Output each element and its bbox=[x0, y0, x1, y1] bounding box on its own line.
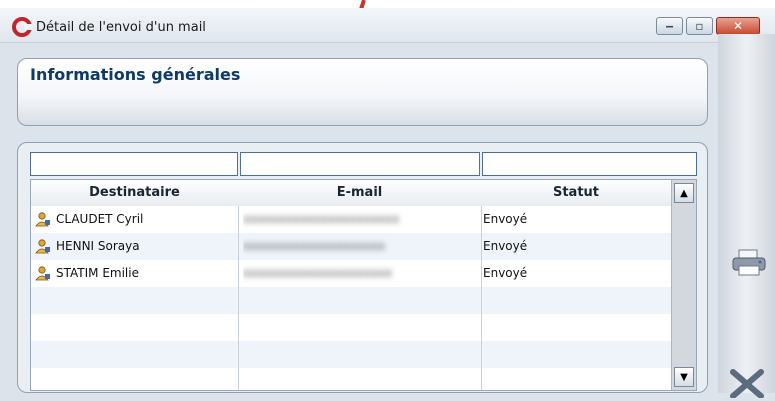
column-header-statut[interactable]: Statut bbox=[481, 180, 671, 206]
scroll-down-button[interactable]: ▼ bbox=[674, 367, 694, 387]
email-cell: xxxxxxxxxxxxxxxxxxxxxx bbox=[243, 206, 479, 233]
recipient-name: HENNI Soraya bbox=[56, 239, 140, 253]
table-row[interactable]: STATIM Emilie xxxxxxxxxxxxxxxxxxxxx Envo… bbox=[31, 260, 671, 287]
action-toolbar bbox=[718, 34, 775, 393]
title-bar: Détail de l'envoi d'un mail ‒ ▫ ✕ bbox=[0, 8, 775, 43]
recipient-name-cell: HENNI Soraya bbox=[35, 233, 235, 260]
recipient-name-cell: STATIM Emilie bbox=[35, 260, 235, 287]
person-icon bbox=[35, 238, 50, 253]
table-row[interactable]: HENNI Soraya xxxxxxxxxxxxxxxxxxxx Envoyé bbox=[31, 233, 671, 260]
column-divider bbox=[238, 206, 239, 390]
table-header: Destinataire E-mail Statut bbox=[31, 180, 671, 207]
minimize-icon: ‒ bbox=[665, 19, 674, 33]
column-header-destinataire[interactable]: Destinataire bbox=[31, 180, 238, 206]
person-icon bbox=[35, 211, 50, 226]
close-icon: ✕ bbox=[732, 19, 744, 33]
filter-row bbox=[30, 152, 697, 176]
column-divider bbox=[481, 206, 482, 390]
maximize-icon: ▫ bbox=[695, 19, 704, 33]
status-cell: Envoyé bbox=[483, 266, 528, 280]
recipient-name: CLAUDET Cyril bbox=[56, 212, 144, 226]
minimize-button[interactable]: ‒ bbox=[656, 17, 683, 35]
table-row[interactable]: CLAUDET Cyril xxxxxxxxxxxxxxxxxxxxxx Env… bbox=[31, 206, 671, 233]
filter-statut-input[interactable] bbox=[482, 152, 697, 176]
triangle-up-icon: ▲ bbox=[680, 187, 688, 199]
vertical-scrollbar[interactable]: ▲ ▼ bbox=[671, 180, 696, 390]
email-value-redacted: xxxxxxxxxxxxxxxxxxxxxx bbox=[243, 212, 400, 226]
print-button-icon[interactable] bbox=[731, 248, 767, 278]
maximize-button[interactable]: ▫ bbox=[686, 17, 713, 35]
general-info-title: Informations générales bbox=[30, 65, 241, 84]
recipient-name: STATIM Emilie bbox=[56, 266, 139, 280]
email-cell: xxxxxxxxxxxxxxxxxxxxx bbox=[243, 260, 479, 287]
empty-row bbox=[31, 368, 671, 390]
window-title: Détail de l'envoi d'un mail bbox=[36, 20, 206, 35]
filter-destinataire-input[interactable] bbox=[30, 152, 238, 176]
recipients-table: Destinataire E-mail Statut CLAUDET Cyril… bbox=[30, 179, 697, 391]
empty-row bbox=[31, 287, 671, 314]
person-icon bbox=[35, 265, 50, 280]
email-cell: xxxxxxxxxxxxxxxxxxxx bbox=[243, 233, 479, 260]
app-logo-icon bbox=[12, 17, 32, 37]
status-cell: Envoyé bbox=[483, 212, 528, 226]
recipient-name-cell: CLAUDET Cyril bbox=[35, 206, 235, 233]
triangle-down-icon: ▼ bbox=[680, 371, 688, 383]
close-action-icon[interactable] bbox=[727, 368, 767, 398]
status-cell: Envoyé bbox=[483, 239, 528, 253]
filter-email-input[interactable] bbox=[240, 152, 480, 176]
column-header-email[interactable]: E-mail bbox=[238, 180, 481, 206]
empty-row bbox=[31, 314, 671, 341]
close-window-button[interactable]: ✕ bbox=[716, 17, 760, 35]
scroll-up-button[interactable]: ▲ bbox=[674, 183, 694, 203]
general-info-panel: Informations générales bbox=[17, 58, 708, 126]
empty-row bbox=[31, 341, 671, 368]
email-value-redacted: xxxxxxxxxxxxxxxxxxxxx bbox=[243, 266, 393, 280]
email-value-redacted: xxxxxxxxxxxxxxxxxxxx bbox=[243, 239, 386, 253]
